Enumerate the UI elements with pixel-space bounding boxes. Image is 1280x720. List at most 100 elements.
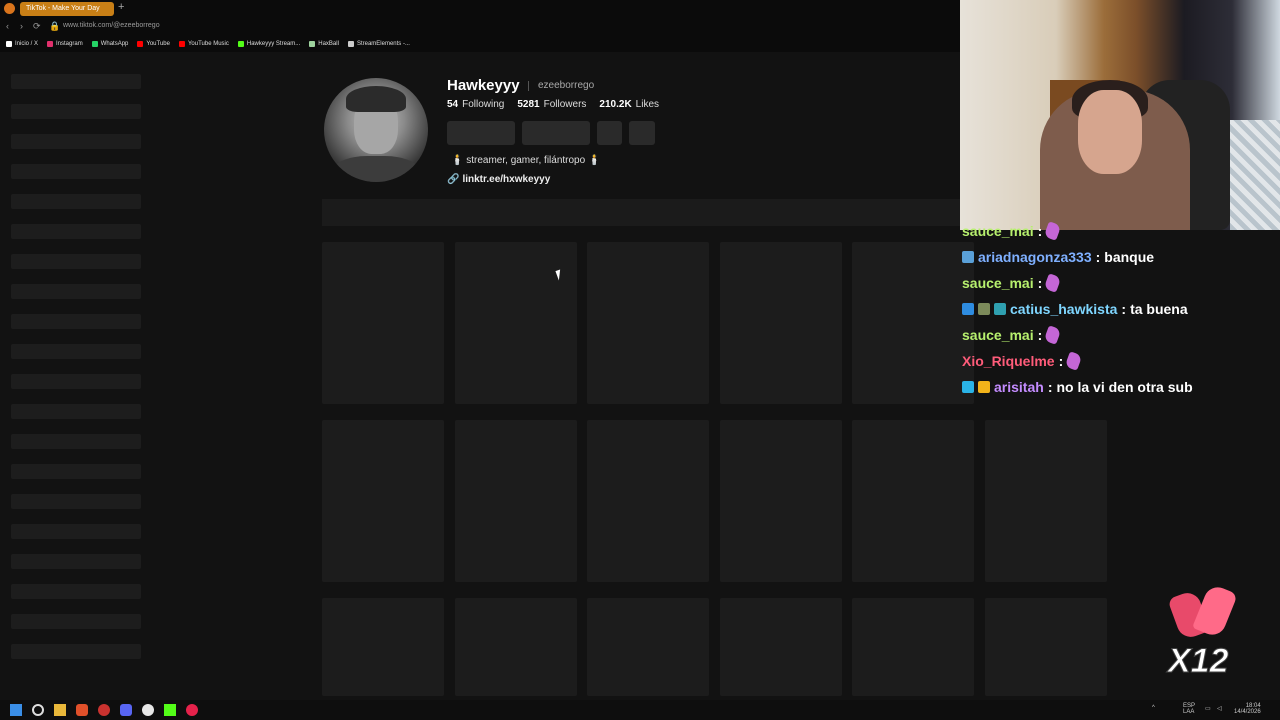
share-button-skeleton[interactable] [597, 121, 622, 145]
follow-button-skeleton[interactable] [447, 121, 515, 145]
reload-icon[interactable]: ⟳ [33, 21, 41, 32]
sidebar-item-skeleton[interactable] [11, 554, 141, 569]
sidebar-item-skeleton[interactable] [11, 284, 141, 299]
bookmark-item[interactable]: YouTube Music [178, 41, 229, 47]
sidebar-item-skeleton[interactable] [11, 404, 141, 419]
webcam-tiles [1230, 120, 1280, 230]
video-card-skeleton[interactable] [455, 420, 577, 582]
sidebar-item-skeleton[interactable] [11, 524, 141, 539]
tab-tiktok[interactable]: TikTok - Make Your Day [20, 2, 114, 16]
chat-separator: : [1037, 223, 1043, 239]
sidebar-item-skeleton[interactable] [11, 494, 141, 509]
video-card-skeleton[interactable] [587, 420, 709, 582]
sidebar-item-skeleton[interactable] [11, 434, 141, 449]
chat-message: sauce_mai: [962, 273, 1062, 293]
bookmark-item[interactable]: StreamElements -... [347, 41, 410, 47]
sidebar-item-skeleton[interactable] [11, 614, 141, 629]
tray-chevron-icon[interactable]: ^ [1152, 705, 1155, 711]
video-card-skeleton[interactable] [985, 420, 1107, 582]
file-explorer-icon[interactable] [54, 704, 66, 716]
bookmark-item[interactable]: YouTube [137, 41, 170, 47]
bookmark-label: Inicio / X [15, 41, 39, 47]
lock-icon[interactable]: 🔒 [49, 21, 60, 32]
video-card-skeleton[interactable] [455, 598, 577, 696]
sidebar-item-skeleton[interactable] [11, 224, 141, 239]
sidebar-item-skeleton[interactable] [11, 464, 141, 479]
video-card-skeleton[interactable] [322, 420, 444, 582]
hand-right [1192, 583, 1238, 639]
chat-message: arisitah: no la vi den otra sub [962, 379, 1193, 395]
sidebar-item-skeleton[interactable] [11, 74, 141, 89]
browser-logo-icon[interactable] [4, 3, 15, 14]
bookmark-item[interactable]: Inicio / X [6, 41, 38, 47]
chat-username: ariadnagonza333 [978, 249, 1092, 265]
language-indicator[interactable]: ESP LAA [1183, 703, 1195, 715]
url-input[interactable]: www.tiktok.com/@ezeeborrego [63, 22, 160, 29]
chat-badge-icon [994, 303, 1006, 315]
hand-emote-icon [1043, 273, 1062, 293]
bookmark-icon [137, 41, 144, 47]
obs-icon[interactable] [142, 704, 154, 716]
webcam-head [1078, 90, 1142, 174]
message-button-skeleton[interactable] [522, 121, 590, 145]
following-stat[interactable]: 54 Following [447, 99, 504, 110]
back-icon[interactable]: ‹ [6, 21, 9, 31]
brave-icon[interactable] [76, 704, 88, 716]
video-card-skeleton[interactable] [852, 242, 974, 404]
sidebar-item-skeleton[interactable] [11, 254, 141, 269]
bookmark-item[interactable]: Hawkeyyy Stream... [237, 41, 301, 47]
chat-separator: : [1037, 327, 1043, 343]
video-card-skeleton[interactable] [720, 242, 842, 404]
opera-icon[interactable] [98, 704, 110, 716]
sidebar-item-skeleton[interactable] [11, 344, 141, 359]
sidebar-item-skeleton[interactable] [11, 374, 141, 389]
media-player-icon[interactable] [186, 704, 198, 716]
start-icon[interactable] [10, 704, 22, 716]
video-card-skeleton[interactable] [587, 598, 709, 696]
sidebar-item-skeleton[interactable] [11, 314, 141, 329]
forward-icon[interactable]: › [20, 21, 23, 31]
profile-link[interactable]: 🔗 linktr.ee/hxwkeyyy [447, 174, 550, 185]
bookmark-item[interactable]: Instagram [47, 41, 83, 47]
clock[interactable]: 18:04 14/4/2026 [1234, 703, 1261, 715]
video-card-skeleton[interactable] [455, 242, 577, 404]
video-card-skeleton[interactable] [852, 420, 974, 582]
sidebar-item-skeleton[interactable] [11, 644, 141, 659]
new-tab-button[interactable]: + [118, 1, 124, 13]
clock-date: 14/4/2026 [1234, 709, 1261, 715]
discord-icon[interactable] [120, 704, 132, 716]
bookmark-label: YouTube [146, 41, 170, 47]
kick-icon[interactable] [164, 704, 176, 716]
sidebar-item-skeleton[interactable] [11, 134, 141, 149]
chat-message: Xio_Riquelme: [962, 351, 1083, 371]
sidebar-item-skeleton[interactable] [11, 104, 141, 119]
video-card-skeleton[interactable] [322, 242, 444, 404]
video-card-skeleton[interactable] [720, 598, 842, 696]
hand-emote-icon [1043, 221, 1062, 241]
address-bar: ‹ › ⟳ 🔒 www.tiktok.com/@ezeeborrego [0, 18, 960, 36]
video-card-skeleton[interactable] [587, 242, 709, 404]
video-card-skeleton[interactable] [322, 598, 444, 696]
video-card-skeleton[interactable] [852, 598, 974, 696]
bookmark-icon [347, 41, 354, 47]
more-button-skeleton[interactable] [629, 121, 655, 145]
bookmark-icon [6, 41, 12, 47]
bookmark-item[interactable]: HaxBall [309, 41, 339, 47]
followers-stat[interactable]: 5281 Followers [517, 99, 586, 110]
chat-username: sauce_mai [962, 275, 1034, 291]
video-card-skeleton[interactable] [720, 420, 842, 582]
bookmark-label: Hawkeyyy Stream... [246, 41, 301, 47]
video-card-skeleton[interactable] [985, 598, 1107, 696]
bookmark-item[interactable]: WhatsApp [91, 41, 128, 47]
chat-separator: : [1121, 301, 1127, 317]
chat-separator: : [1058, 353, 1064, 369]
volume-icon[interactable]: ◁ [1217, 705, 1222, 712]
profile-avatar[interactable] [324, 78, 428, 182]
search-icon[interactable] [32, 704, 44, 716]
sidebar-item-skeleton[interactable] [11, 194, 141, 209]
profile-link-text[interactable]: linktr.ee/hxwkeyyy [462, 174, 550, 185]
sidebar-item-skeleton[interactable] [11, 584, 141, 599]
sidebar-item-skeleton[interactable] [11, 164, 141, 179]
chat-badge-icon [962, 303, 974, 315]
network-icon[interactable]: ▭ [1205, 705, 1211, 712]
